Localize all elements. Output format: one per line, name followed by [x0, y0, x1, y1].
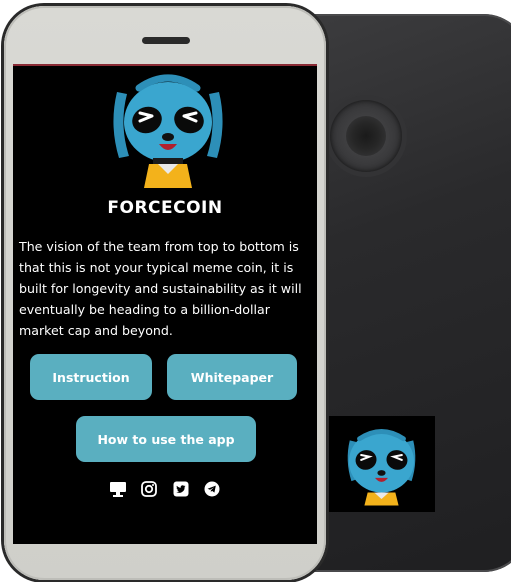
instagram-icon[interactable] [140, 480, 158, 498]
telegram-icon[interactable] [203, 480, 221, 498]
camera-lens [346, 116, 386, 156]
speaker-grille [142, 37, 190, 44]
app-screen: FORCECOIN The vision of the team from to… [13, 64, 317, 544]
social-links [109, 479, 221, 499]
instruction-button[interactable]: Instruction [30, 354, 152, 400]
desktop-icon[interactable] [109, 480, 127, 498]
phone-mockup-stage: FORCECOIN The vision of the team from to… [0, 0, 511, 582]
panda-mascot-icon [113, 74, 223, 188]
twitter-icon[interactable] [172, 480, 190, 498]
back-logo [328, 416, 435, 512]
app-description: The vision of the team from top to botto… [19, 239, 302, 338]
rear-camera-icon [330, 100, 402, 172]
app-title: FORCECOIN [107, 198, 223, 218]
front-phone-body: FORCECOIN The vision of the team from to… [4, 6, 326, 580]
how-to-use-button[interactable]: How to use the app [76, 416, 256, 462]
whitepaper-button[interactable]: Whitepaper [167, 354, 297, 400]
panda-logo-small-icon [347, 429, 416, 506]
